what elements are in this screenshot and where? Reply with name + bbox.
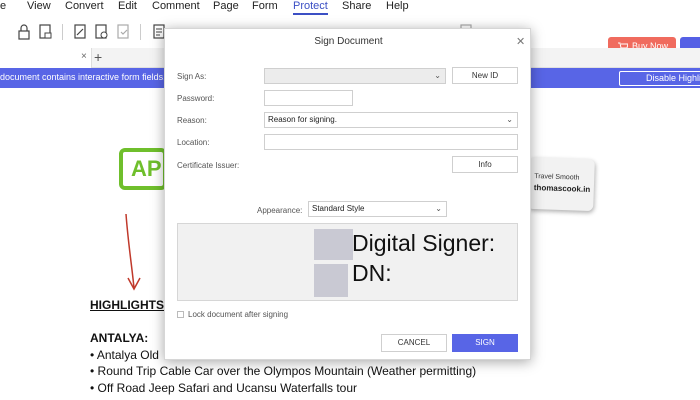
close-tab-icon[interactable]: × (81, 51, 87, 62)
close-icon[interactable]: ✕ (516, 35, 525, 48)
password-field[interactable] (264, 90, 353, 106)
appearance-value: Standard Style (312, 204, 365, 213)
menu-view[interactable]: View (27, 0, 51, 13)
lock-icon[interactable] (17, 24, 31, 40)
annotation-arrow[interactable] (120, 212, 146, 292)
preview-dn-text: DN: (352, 260, 392, 286)
menu-edit[interactable]: Edit (118, 0, 137, 13)
brand-logo: AP (119, 148, 167, 190)
preview-signer-text: Digital Signer: (352, 230, 496, 256)
sign-button[interactable]: SIGN (452, 334, 518, 352)
toolbar-separator (62, 24, 63, 40)
menu-comment[interactable]: Comment (152, 0, 200, 13)
list-item: • Round Trip Cable Car over the Olympos … (90, 364, 477, 378)
certificate-issuer-label: Certificate Issuer: (177, 161, 240, 170)
antalya-heading: ANTALYA: (90, 331, 149, 345)
menu-form[interactable]: Form (252, 0, 278, 13)
lock-document-checkbox[interactable]: Lock document after signing (177, 310, 288, 319)
menu-protect[interactable]: Protect (293, 0, 328, 15)
signature-check-icon[interactable] (117, 24, 131, 40)
sign-as-select[interactable]: ⌄ (264, 68, 446, 84)
appearance-select[interactable]: Standard Style ⌄ (308, 201, 447, 217)
reason-select[interactable]: Reason for signing. ⌄ (264, 112, 518, 128)
chevron-down-icon: ⌄ (435, 204, 442, 213)
menu-convert[interactable]: Convert (65, 0, 104, 13)
menu-page[interactable]: Page (213, 0, 239, 13)
list-item: • Antalya Old (90, 348, 159, 362)
toolbar-separator (140, 24, 141, 40)
password-label: Password: (177, 94, 215, 103)
reason-value: Reason for signing. (268, 115, 337, 124)
tag-website: thomascook.in (533, 183, 591, 195)
sign-as-label: Sign As: (177, 72, 207, 81)
cancel-button[interactable]: CANCEL (381, 334, 447, 352)
menu-help[interactable]: Help (386, 0, 409, 13)
luggage-tag-image: Travel Smooth thomascook.in (527, 156, 595, 212)
location-label: Location: (177, 138, 210, 147)
dialog-title: Sign Document (314, 36, 383, 47)
sign-document-dialog: Sign Document ✕ Sign As: ⌄ New ID Passwo… (164, 28, 531, 360)
add-tab-icon[interactable]: + (94, 49, 102, 65)
infobar-message: document contains interactive form field… (0, 72, 166, 82)
location-field[interactable] (264, 134, 518, 150)
menu-file[interactable]: e (0, 0, 6, 13)
signature-placeholder (314, 229, 353, 260)
info-button[interactable]: Info (452, 156, 518, 173)
validate-signature-icon[interactable] (95, 24, 109, 40)
chevron-down-icon: ⌄ (506, 115, 513, 124)
signature-placeholder (314, 264, 348, 297)
reason-label: Reason: (177, 116, 207, 125)
menu-bar: e View Convert Edit Comment Page Form Pr… (0, 0, 700, 15)
list-item: • Off Road Jeep Safari and Ucansu Waterf… (90, 381, 357, 395)
new-id-button[interactable]: New ID (452, 67, 518, 84)
document-tab[interactable]: × (0, 48, 92, 68)
sign-document-icon[interactable] (74, 24, 88, 40)
chevron-down-icon: ⌄ (434, 71, 441, 80)
appearance-label: Appearance: (257, 206, 303, 215)
disable-highlight-button[interactable]: Disable Highlight (619, 71, 700, 86)
menu-share[interactable]: Share (342, 0, 371, 13)
lock-document-label: Lock document after signing (188, 310, 289, 319)
checkbox-icon[interactable] (177, 311, 184, 318)
signature-preview: Digital Signer: DN: (177, 223, 518, 301)
highlights-heading: HIGHLIGHTS (90, 298, 164, 312)
tag-tagline: Travel Smooth (534, 173, 580, 182)
lock-document-icon[interactable] (39, 24, 53, 40)
